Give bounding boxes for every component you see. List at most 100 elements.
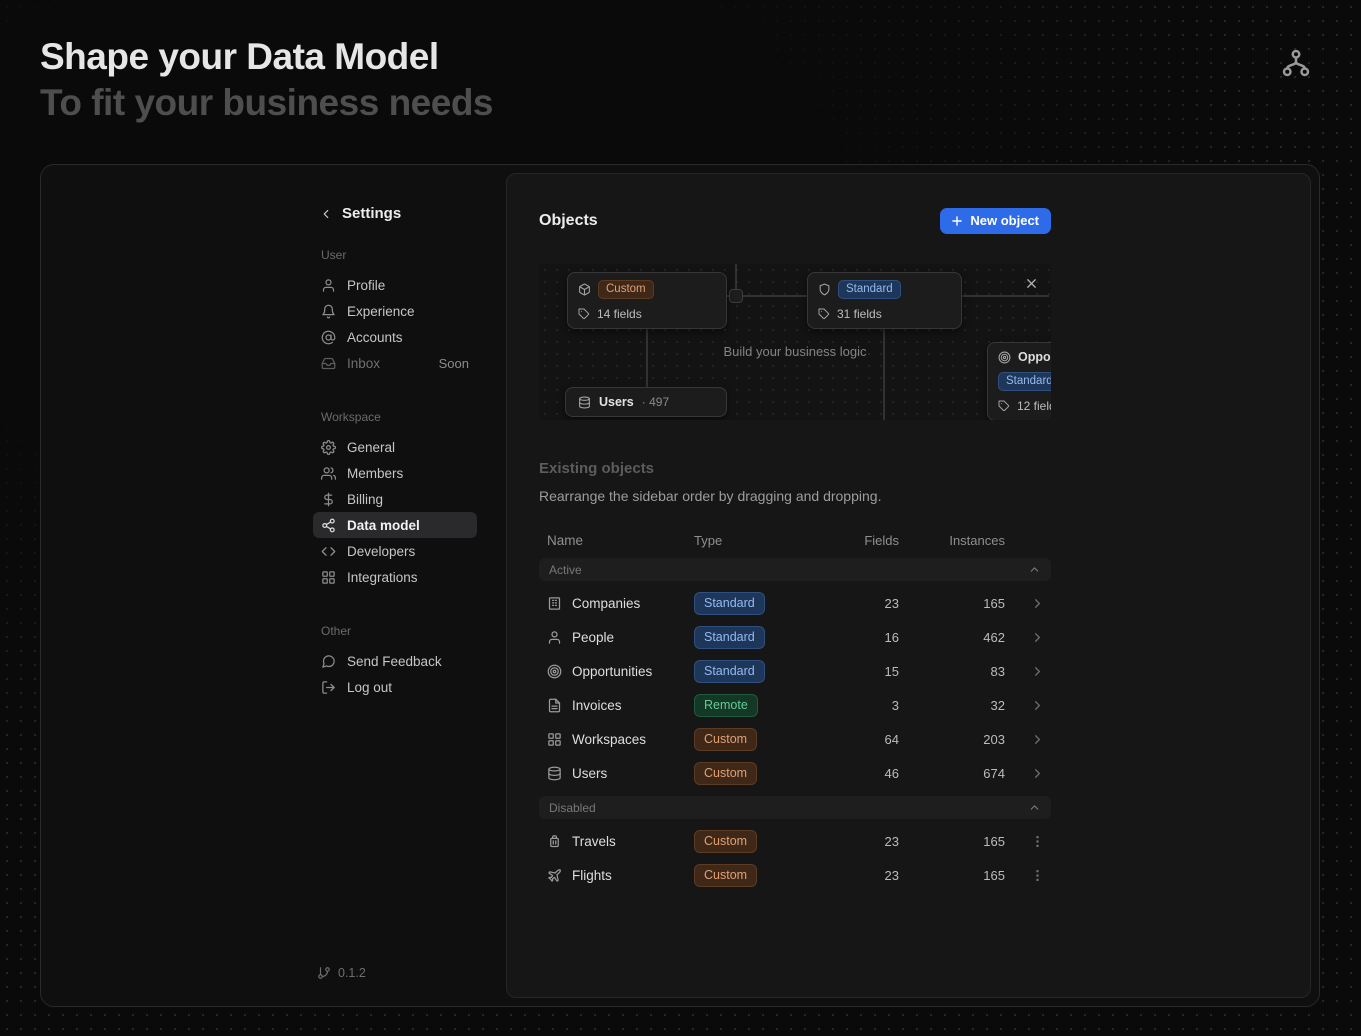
chevron-left-icon [319,207,333,221]
section-label-other: Other [313,624,477,638]
node-type-badge: Standard [998,372,1051,391]
chevron-up-icon [1028,563,1041,576]
at-sign-icon [321,330,336,345]
sidebar-item-members[interactable]: Members [313,460,477,486]
row-chevron[interactable] [1005,766,1051,781]
canvas-node-standard[interactable]: Standard 31 fields [807,272,962,329]
canvas-node-opportunities[interactable]: Opportunities Standard 12 fields [987,342,1051,420]
box-icon [578,283,591,296]
sidebar-item-integrations[interactable]: Integrations [313,564,477,590]
group-header-active[interactable]: Active [539,558,1051,581]
table-row-invoices[interactable]: Invoices Remote 3 32 [539,688,1051,722]
table-row-people[interactable]: People Standard 16 462 [539,620,1051,654]
settings-sidebar: Settings User Profile Experience Account… [313,205,477,700]
row-chevron[interactable] [1005,596,1051,611]
building-icon [547,596,562,611]
column-type: Type [694,533,819,548]
table-row-users[interactable]: Users Custom 46 674 [539,756,1051,790]
data-model-icon [321,518,336,533]
node-type-badge: Custom [598,280,654,299]
sidebar-item-profile[interactable]: Profile [313,272,477,298]
plane-icon [547,868,562,883]
type-badge: Remote [694,694,758,717]
row-menu-dots[interactable] [1005,868,1051,883]
code-icon [321,544,336,559]
close-icon[interactable] [1024,276,1039,291]
table-row-travels[interactable]: Travels Custom 23 165 [539,824,1051,858]
settings-back-button[interactable]: Settings [313,205,477,222]
node-name: Opportunities [1018,350,1051,364]
sidebar-item-send-feedback[interactable]: Send Feedback [313,648,477,674]
row-menu-dots[interactable] [1005,834,1051,849]
table-row-flights[interactable]: Flights Custom 23 165 [539,858,1051,892]
logout-icon [321,680,336,695]
sidebar-item-data-model[interactable]: Data model [313,512,477,538]
sidebar-item-accounts[interactable]: Accounts [313,324,477,350]
section-label-workspace: Workspace [313,410,477,424]
type-badge: Standard [694,592,765,615]
gear-icon [321,440,336,455]
tag-icon [578,308,590,320]
row-chevron[interactable] [1005,732,1051,747]
sidebar-item-billing[interactable]: Billing [313,486,477,512]
sidebar-item-experience[interactable]: Experience [313,298,477,324]
node-name: Users [599,395,634,409]
row-chevron[interactable] [1005,630,1051,645]
type-badge: Standard [694,626,765,649]
data-model-canvas[interactable]: Custom 14 fields Standard 31 fields [539,264,1051,420]
users-icon [321,466,336,481]
sidebar-item-developers[interactable]: Developers [313,538,477,564]
section-label-user: User [313,248,477,262]
canvas-node-users[interactable]: Users 497 [565,387,727,417]
table-header: Name Type Fields Instances [539,528,1051,552]
canvas-hint-text: Build your business logic [539,344,1051,359]
new-object-button[interactable]: New object [940,208,1051,234]
settings-title: Settings [342,205,401,222]
luggage-icon [547,834,562,849]
group-header-disabled[interactable]: Disabled [539,796,1051,819]
app-version: 0.1.2 [317,966,366,980]
shield-icon [818,283,831,296]
row-chevron[interactable] [1005,664,1051,679]
git-branch-icon [317,966,331,980]
type-badge: Custom [694,728,757,751]
settings-window: Settings User Profile Experience Account… [40,164,1320,1007]
inbox-icon [321,356,336,371]
target-icon [998,351,1011,364]
grid-icon [547,732,562,747]
table-row-opportunities[interactable]: Opportunities Standard 15 83 [539,654,1051,688]
chevron-up-icon [1028,801,1041,814]
database-icon [547,766,562,781]
data-model-logo-icon [1281,48,1311,83]
row-chevron[interactable] [1005,698,1051,713]
sidebar-item-log-out[interactable]: Log out [313,674,477,700]
soon-badge: Soon [439,356,469,371]
dollar-icon [321,492,336,507]
node-instance-count: 497 [642,395,669,409]
page-subtitle: To fit your business needs [40,80,493,126]
type-badge: Custom [694,864,757,887]
sidebar-item-inbox[interactable]: Inbox Soon [313,350,477,376]
chat-bubble-icon [321,654,336,669]
sidebar-item-general[interactable]: General [313,434,477,460]
hero: Shape your Data Model To fit your busine… [40,34,493,126]
grid-icon [321,570,336,585]
page-title: Shape your Data Model [40,34,493,80]
node-type-badge: Standard [838,280,901,299]
column-name: Name [539,533,694,548]
table-row-workspaces[interactable]: Workspaces Custom 64 203 [539,722,1051,756]
tag-icon [998,400,1010,412]
node-fields-count: 12 fields [1017,399,1051,413]
document-icon [547,698,562,713]
person-icon [547,630,562,645]
type-badge: Custom [694,830,757,853]
type-badge: Standard [694,660,765,683]
column-instances: Instances [899,533,1005,548]
objects-panel: Objects New object [506,173,1311,998]
node-fields-count: 31 fields [837,307,882,321]
tag-icon [818,308,830,320]
table-row-companies[interactable]: Companies Standard 23 165 [539,586,1051,620]
type-badge: Custom [694,762,757,785]
canvas-node-custom[interactable]: Custom 14 fields [567,272,727,329]
objects-table: Name Type Fields Instances Active Compan… [539,528,1051,892]
